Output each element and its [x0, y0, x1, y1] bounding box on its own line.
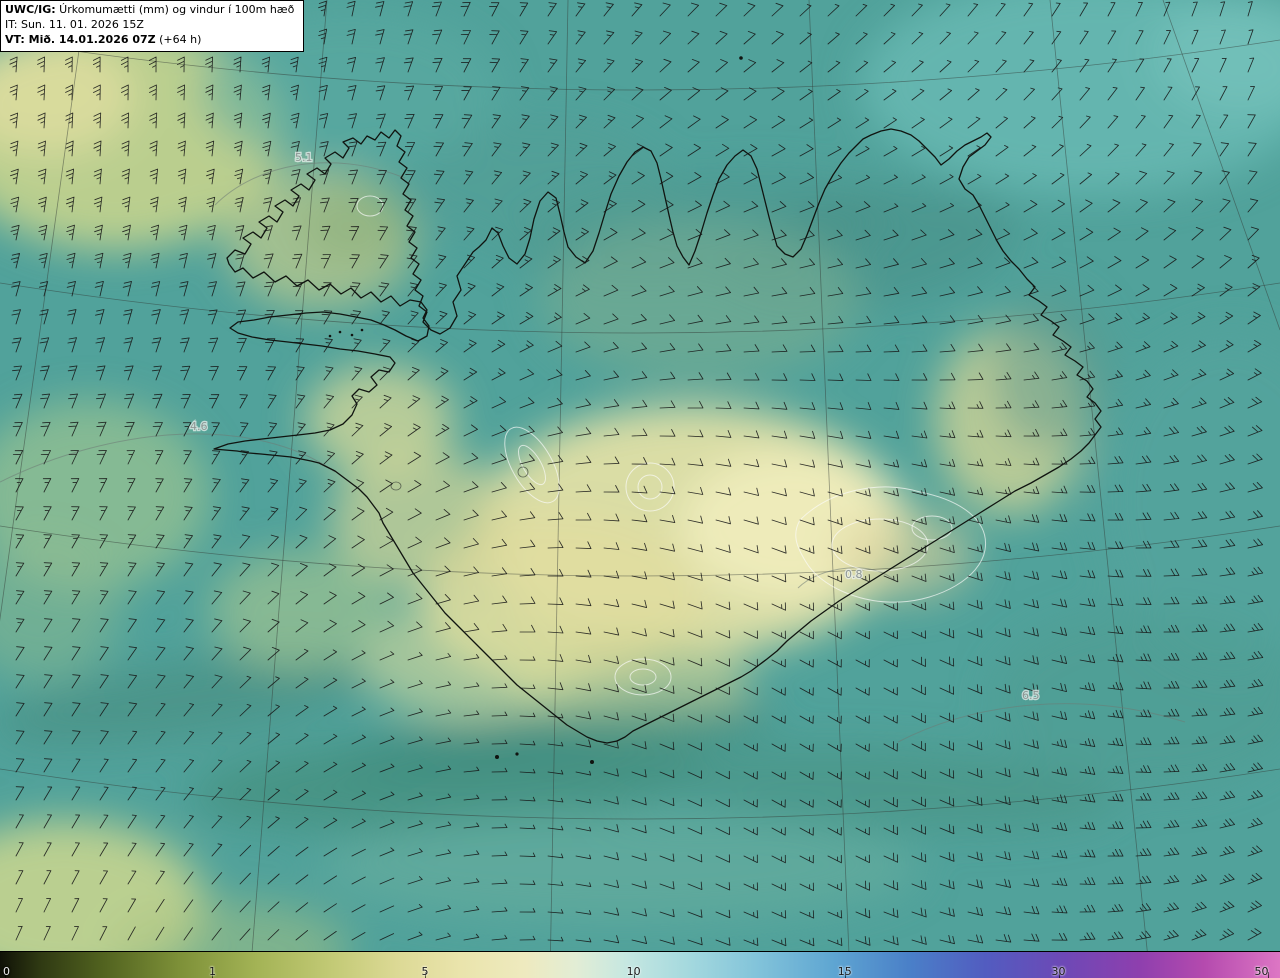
colorbar-tick-label: 0: [3, 965, 10, 978]
title-line-1: UWC/IG: Úrkomumætti (mm) og vindur í 100…: [5, 3, 294, 18]
init-time: IT: Sun. 11. 01. 2026 15Z: [5, 17, 144, 31]
valid-time: VT: Mið. 14.01.2026 07Z: [5, 32, 156, 46]
weather-map-page: 5.1 4.6 0.8 6.5 UWC/IG: Úrkomumætti (mm) og…: [0, 0, 1280, 978]
lead-time: (+64 h): [155, 32, 202, 46]
contour-label: 6.5: [1022, 689, 1040, 702]
model-id: UWC/IG:: [5, 3, 56, 16]
product-title: Úrkomumætti (mm) og vindur í 100m hæð: [55, 3, 295, 16]
colorbar-tick-label: 10: [626, 965, 641, 978]
colorbar-tick-label: 15: [837, 965, 852, 978]
colorbar-tick-label: 50: [1254, 965, 1269, 978]
title-box: UWC/IG: Úrkomumætti (mm) og vindur í 100…: [0, 0, 305, 52]
contour-label: 5.1: [295, 151, 313, 164]
map-canvas: 5.1 4.6 0.8 6.5: [0, 0, 1280, 978]
contour-label: 0.8: [845, 568, 863, 581]
colorbar-tick-label: 30: [1051, 965, 1066, 978]
colorbar-tick-label: 1: [208, 965, 216, 978]
contour-label: 4.6: [190, 420, 208, 433]
colorbar: 0 1 5 10 15 30 50: [0, 951, 1280, 978]
colorbar-tickmark: [1268, 972, 1270, 978]
title-line-3: VT: Mið. 14.01.2026 07Z (+64 h): [5, 33, 294, 48]
colorbar-tick-label: 5: [421, 965, 429, 978]
